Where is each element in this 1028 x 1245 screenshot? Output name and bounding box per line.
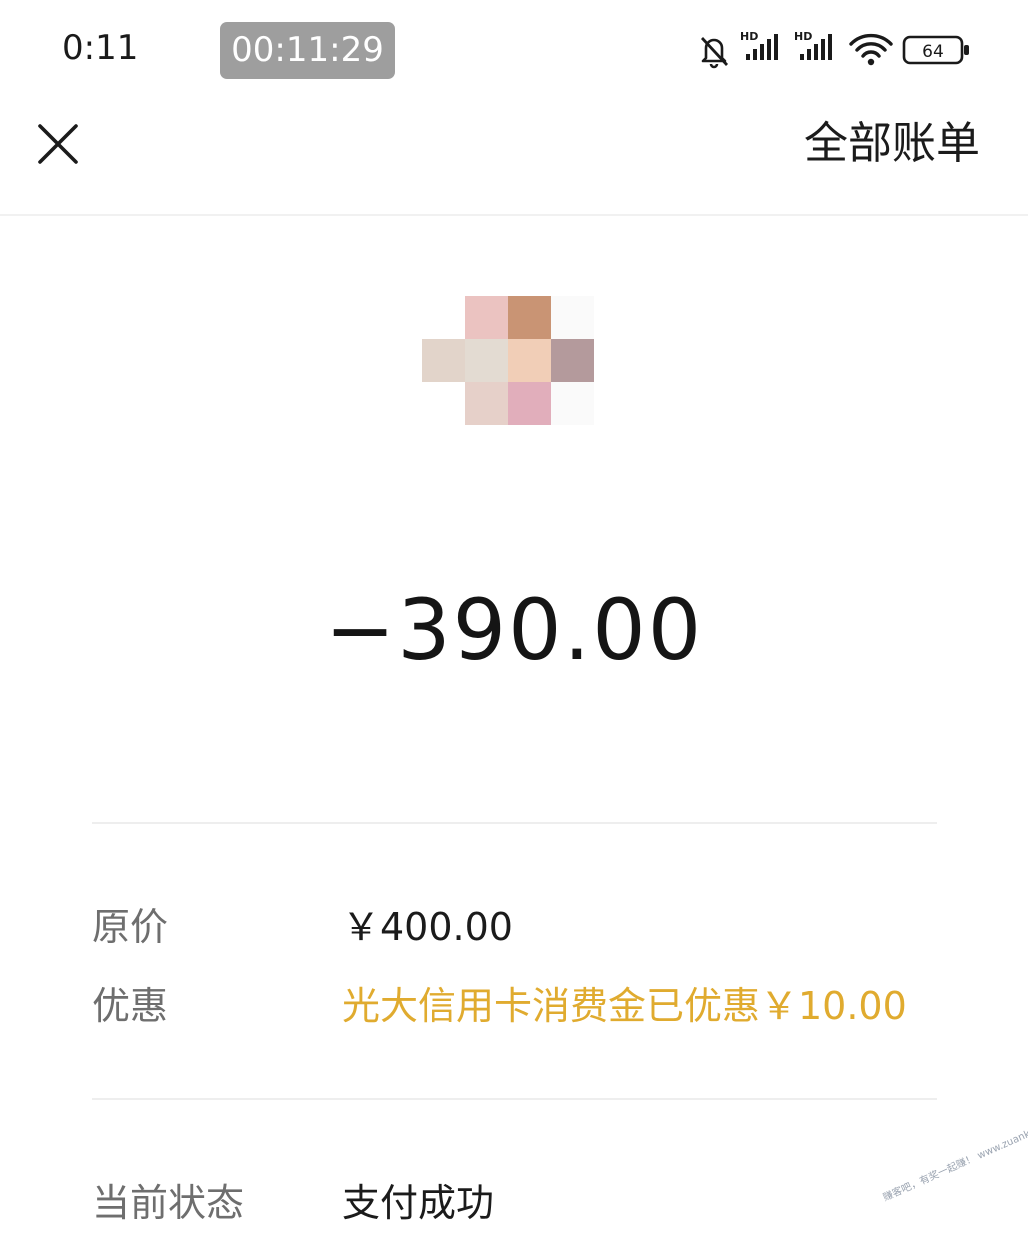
close-button[interactable] [30,116,86,172]
mute-bell-icon [700,37,729,69]
status-icons: HD HD 64 [694,28,974,70]
avatar-pixel [465,339,508,382]
wifi-icon [849,33,893,66]
header-bar: 全部账单 [0,96,1028,216]
avatar-pixel [465,382,508,425]
avatar-pixel [551,382,594,425]
avatar-pixel [422,296,465,339]
signal-2-label: HD [794,30,812,43]
discount-label: 优惠 [92,984,169,1028]
avatar-pixel [551,339,594,382]
avatar-pixel [465,296,508,339]
signal-icon: HD [740,30,778,60]
watermark: 赚客吧，有奖一起赚！ www.zuanke8.com [881,1113,1028,1204]
divider [92,822,937,824]
status-label: 当前状态 [92,1181,245,1225]
all-bills-link[interactable]: 全部账单 [804,114,980,174]
avatar-pixel [551,296,594,339]
transaction-amount: −390.00 [324,581,704,679]
signal-1-label: HD [740,30,758,43]
close-icon [38,124,78,164]
original-price-label: 原价 [92,905,169,949]
battery-level: 64 [922,42,944,62]
avatar-pixel [422,382,465,425]
signal-icon: HD [794,30,832,60]
merchant-avatar [422,296,594,425]
avatar-pixel [508,339,551,382]
original-price-value: ￥400.00 [342,905,513,949]
avatar-pixel [508,382,551,425]
status-value: 支付成功 [342,1181,495,1225]
status-bar: 0:11 00:11:29 HD HD 64 [0,0,1028,96]
discount-value: 光大信用卡消费金已优惠￥10.00 [342,984,907,1028]
avatar-pixel [422,339,465,382]
status-time: 0:11 [62,28,139,68]
battery-icon: 64 [902,35,969,65]
recording-timer: 00:11:29 [220,22,395,79]
avatar-pixel [508,296,551,339]
divider [92,1098,937,1100]
